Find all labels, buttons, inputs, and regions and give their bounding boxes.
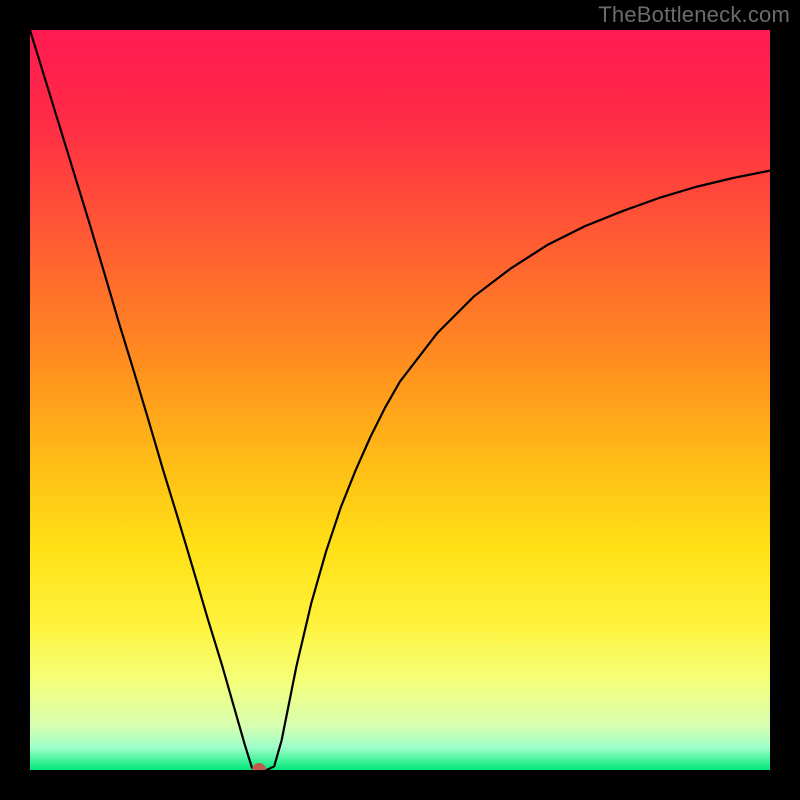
plot-area (30, 30, 770, 770)
bottleneck-curve-path (30, 30, 770, 770)
curve-layer (30, 30, 770, 770)
watermark-label: TheBottleneck.com (598, 2, 790, 28)
chart-frame: TheBottleneck.com (0, 0, 800, 800)
curve-minimum-marker (252, 763, 266, 770)
